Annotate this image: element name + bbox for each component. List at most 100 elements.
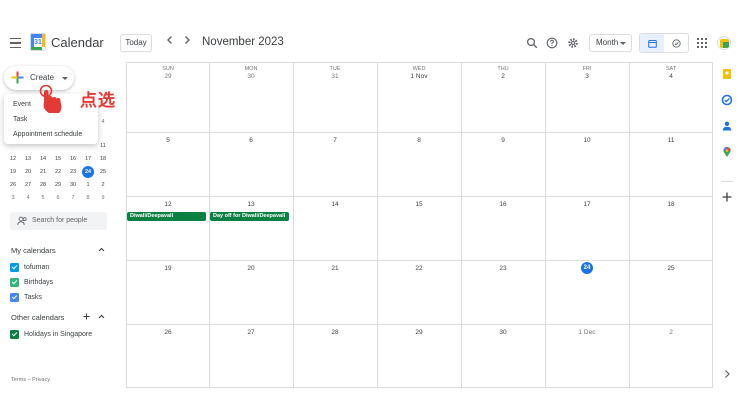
checkbox-checked[interactable] xyxy=(10,263,19,272)
checkbox-checked[interactable] xyxy=(10,278,19,287)
menu-item-appointment-schedule[interactable]: Appointment schedule xyxy=(13,131,82,138)
day-number[interactable]: 23 xyxy=(461,265,545,272)
day-number[interactable]: 2 xyxy=(461,73,545,80)
add-calendar-icon[interactable] xyxy=(83,313,90,320)
menu-item-task[interactable]: Task xyxy=(13,116,27,123)
mini-day[interactable]: 30 xyxy=(66,179,80,191)
mini-day[interactable]: 11 xyxy=(96,140,110,152)
chevron-up-icon[interactable] xyxy=(98,313,105,320)
settings-gear-icon[interactable] xyxy=(566,36,580,50)
view-selector-dropdown[interactable]: Month xyxy=(589,34,632,52)
google-apps-icon[interactable] xyxy=(697,38,707,48)
mini-day[interactable]: 9 xyxy=(96,192,110,204)
day-number[interactable]: 9 xyxy=(461,137,545,144)
mini-day[interactable]: 1 xyxy=(81,179,95,191)
search-people-input[interactable]: Search for people xyxy=(10,212,107,230)
my-calendars-heading[interactable]: My calendars xyxy=(11,246,56,255)
other-calendars-heading[interactable]: Other calendars xyxy=(11,313,64,322)
event-chip[interactable]: Day off for Diwali/Deepavali xyxy=(210,212,289,221)
mini-day[interactable]: 14 xyxy=(36,153,50,165)
help-icon[interactable] xyxy=(545,36,559,50)
mini-day[interactable]: 28 xyxy=(36,179,50,191)
calendar-item-birthdays[interactable]: Birthdays xyxy=(10,277,100,289)
day-number[interactable]: 28 xyxy=(293,329,377,336)
day-number[interactable]: 30 xyxy=(461,329,545,336)
mini-day[interactable]: 6 xyxy=(51,192,65,204)
day-number[interactable]: 8 xyxy=(377,137,461,144)
day-number[interactable]: 16 xyxy=(461,201,545,208)
main-menu-icon[interactable] xyxy=(6,34,24,52)
mini-day[interactable]: 25 xyxy=(96,166,110,178)
mini-day[interactable]: 23 xyxy=(66,166,80,178)
previous-month-icon[interactable] xyxy=(165,35,175,48)
account-avatar[interactable] xyxy=(717,36,731,50)
day-number[interactable]: 29 xyxy=(126,73,210,80)
mini-day[interactable]: 18 xyxy=(96,153,110,165)
mini-day[interactable]: 16 xyxy=(66,153,80,165)
day-number[interactable]: 31 xyxy=(293,73,377,80)
day-number[interactable]: 6 xyxy=(209,137,293,144)
day-number[interactable]: 1 Nov xyxy=(377,73,461,80)
add-addon-icon[interactable] xyxy=(721,191,733,203)
day-number[interactable]: 22 xyxy=(377,265,461,272)
day-number[interactable]: 11 xyxy=(629,137,713,144)
day-number[interactable]: 14 xyxy=(293,201,377,208)
today-day-number[interactable]: 24 xyxy=(581,262,593,274)
mini-day[interactable]: 7 xyxy=(66,192,80,204)
day-number[interactable]: 20 xyxy=(209,265,293,272)
day-number[interactable]: 12 xyxy=(126,201,210,208)
mini-day[interactable]: 20 xyxy=(21,166,35,178)
day-number[interactable]: 5 xyxy=(126,137,210,144)
day-number[interactable]: 7 xyxy=(293,137,377,144)
mini-day[interactable]: 29 xyxy=(51,179,65,191)
day-number[interactable]: 29 xyxy=(377,329,461,336)
mini-day-selected[interactable]: 24 xyxy=(82,166,94,178)
tasks-icon[interactable] xyxy=(721,94,733,106)
day-number[interactable]: 17 xyxy=(545,201,629,208)
mini-day[interactable]: 22 xyxy=(51,166,65,178)
day-number[interactable]: 4 xyxy=(629,73,713,80)
mini-day[interactable]: 21 xyxy=(36,166,50,178)
calendar-item-tofuman[interactable]: tofuman xyxy=(10,262,100,274)
calendar-view-toggle[interactable] xyxy=(640,34,664,52)
mini-day[interactable]: 19 xyxy=(6,166,20,178)
checkbox-checked[interactable] xyxy=(10,293,19,302)
mini-day[interactable]: 2 xyxy=(96,179,110,191)
keep-notes-icon[interactable] xyxy=(721,68,733,80)
day-number[interactable]: 1 Dec xyxy=(545,329,629,336)
calendar-item-tasks[interactable]: Tasks xyxy=(10,292,100,304)
day-number[interactable]: 18 xyxy=(629,201,713,208)
mini-day[interactable]: 12 xyxy=(6,153,20,165)
calendar-item-holidays-singapore[interactable]: Holidays in Singapore xyxy=(10,329,115,341)
expand-panel-chevron-icon[interactable] xyxy=(721,368,733,380)
event-chip[interactable]: Diwali/Deepavali xyxy=(127,212,206,221)
mini-day[interactable]: 26 xyxy=(6,179,20,191)
day-number[interactable]: 15 xyxy=(377,201,461,208)
contacts-icon[interactable] xyxy=(721,120,733,132)
day-number[interactable]: 3 xyxy=(545,73,629,80)
mini-day[interactable]: 4 xyxy=(21,192,35,204)
chevron-up-icon[interactable] xyxy=(98,246,105,253)
menu-item-event[interactable]: Event xyxy=(13,101,31,108)
day-number[interactable]: 10 xyxy=(545,137,629,144)
checkbox-checked[interactable] xyxy=(10,330,19,339)
maps-icon[interactable] xyxy=(721,146,733,158)
day-number[interactable]: 21 xyxy=(293,265,377,272)
day-number[interactable]: 30 xyxy=(209,73,293,80)
tasks-view-toggle[interactable] xyxy=(664,34,688,52)
next-month-icon[interactable] xyxy=(182,35,192,48)
mini-day[interactable]: 27 xyxy=(21,179,35,191)
mini-day[interactable]: 15 xyxy=(51,153,65,165)
day-number[interactable]: 2 xyxy=(629,329,713,336)
terms-privacy-links[interactable]: Terms – Privacy xyxy=(11,377,50,383)
mini-day[interactable]: 17 xyxy=(81,153,95,165)
day-number[interactable]: 13 xyxy=(209,201,293,208)
search-icon[interactable] xyxy=(525,36,539,50)
day-number[interactable]: 19 xyxy=(126,265,210,272)
mini-day[interactable]: 3 xyxy=(6,192,20,204)
today-button[interactable]: Today xyxy=(120,34,152,52)
mini-day[interactable]: 5 xyxy=(36,192,50,204)
mini-day[interactable]: 4 xyxy=(96,116,110,128)
day-number[interactable]: 25 xyxy=(629,265,713,272)
day-number[interactable]: 27 xyxy=(209,329,293,336)
